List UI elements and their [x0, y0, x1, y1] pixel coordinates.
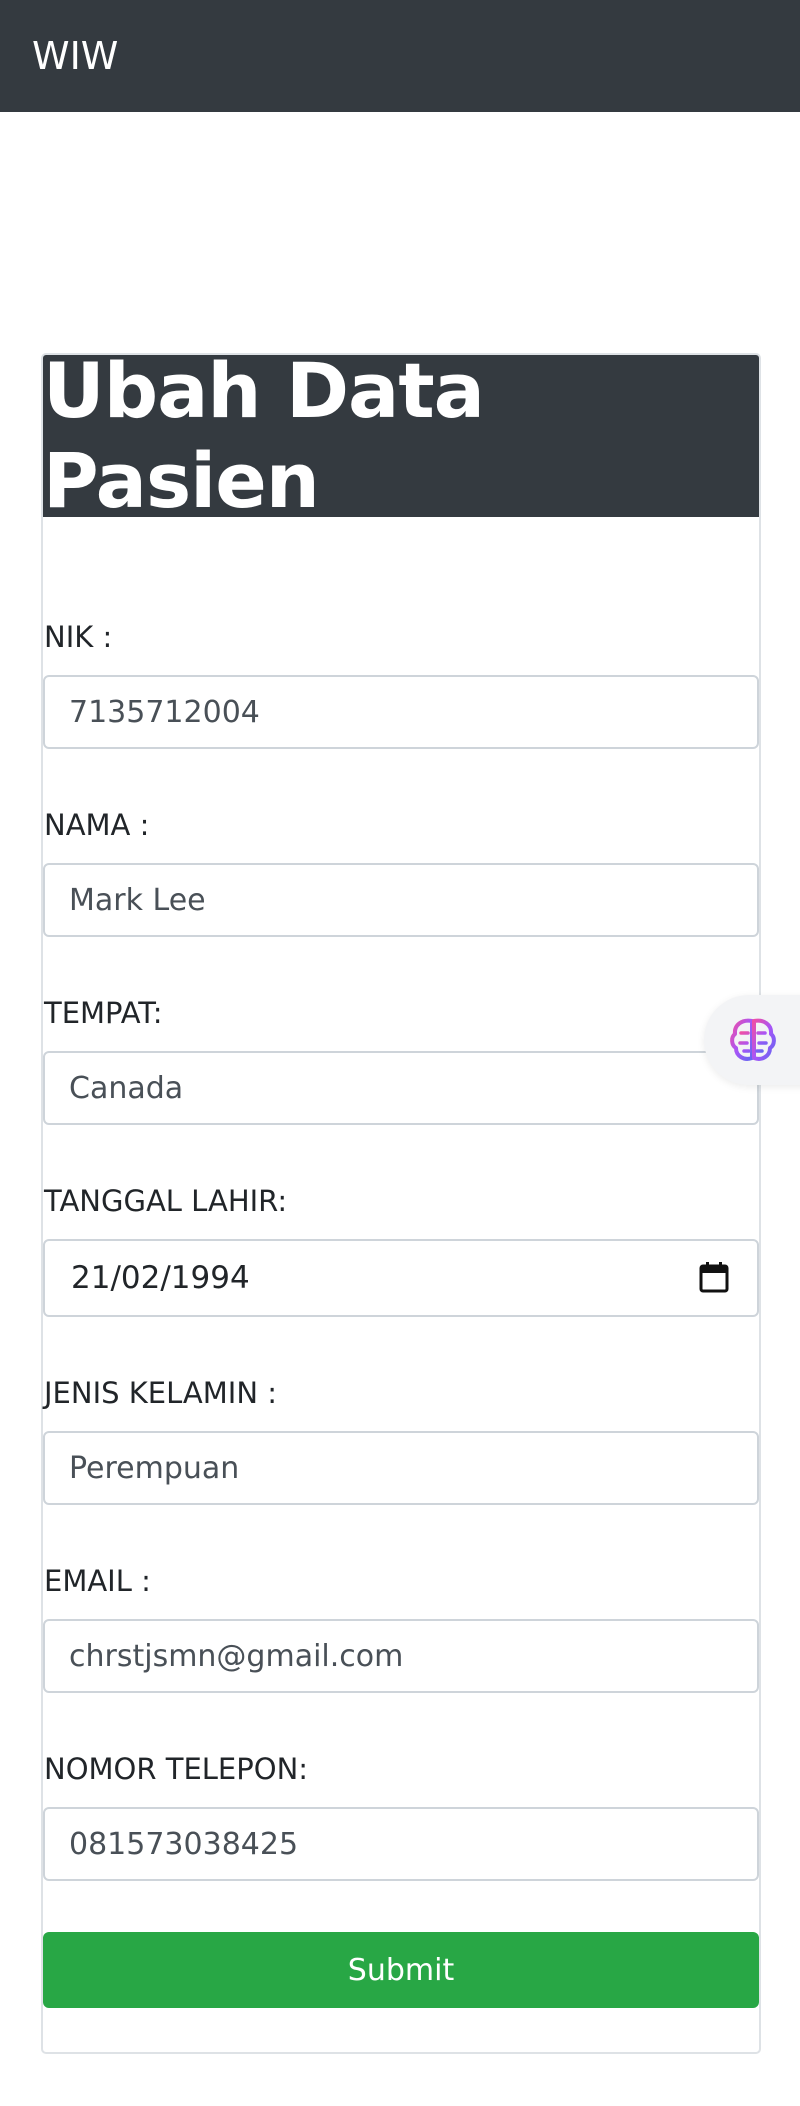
submit-button[interactable]: Submit [43, 1932, 759, 2008]
tanggal-lahir-label: TANGGAL LAHIR: [44, 1184, 288, 1218]
tempat-label: TEMPAT: [44, 996, 163, 1030]
nama-label: NAMA : [44, 808, 150, 842]
edit-patient-card: Ubah Data Pasien NIK : NAMA : TEMPAT: TA… [41, 346, 761, 2054]
nik-label: NIK : [44, 620, 113, 654]
jenis-kelamin-label: JENIS KELAMIN : [44, 1376, 278, 1410]
calendar-icon[interactable] [699, 1261, 729, 1293]
floating-assistant-button[interactable] [704, 995, 800, 1085]
card-header: Ubah Data Pasien [43, 346, 759, 525]
jenis-kelamin-input[interactable] [43, 1431, 759, 1505]
tempat-input[interactable] [43, 1051, 759, 1125]
nik-input[interactable] [43, 675, 759, 749]
tanggal-lahir-value: 21/02/1994 [71, 1260, 250, 1296]
email-input[interactable] [43, 1619, 759, 1693]
tanggal-lahir-input[interactable]: 21/02/1994 [43, 1239, 759, 1317]
nomor-telepon-label: NOMOR TELEPON: [44, 1752, 309, 1786]
navbar-brand[interactable]: WIW [32, 34, 118, 78]
navbar: WIW [0, 0, 800, 112]
nama-input[interactable] [43, 863, 759, 937]
page-title: Ubah Data Pasien [43, 346, 485, 525]
nomor-telepon-input[interactable] [43, 1807, 759, 1881]
brain-icon [730, 1018, 776, 1061]
email-label: EMAIL : [44, 1564, 151, 1598]
